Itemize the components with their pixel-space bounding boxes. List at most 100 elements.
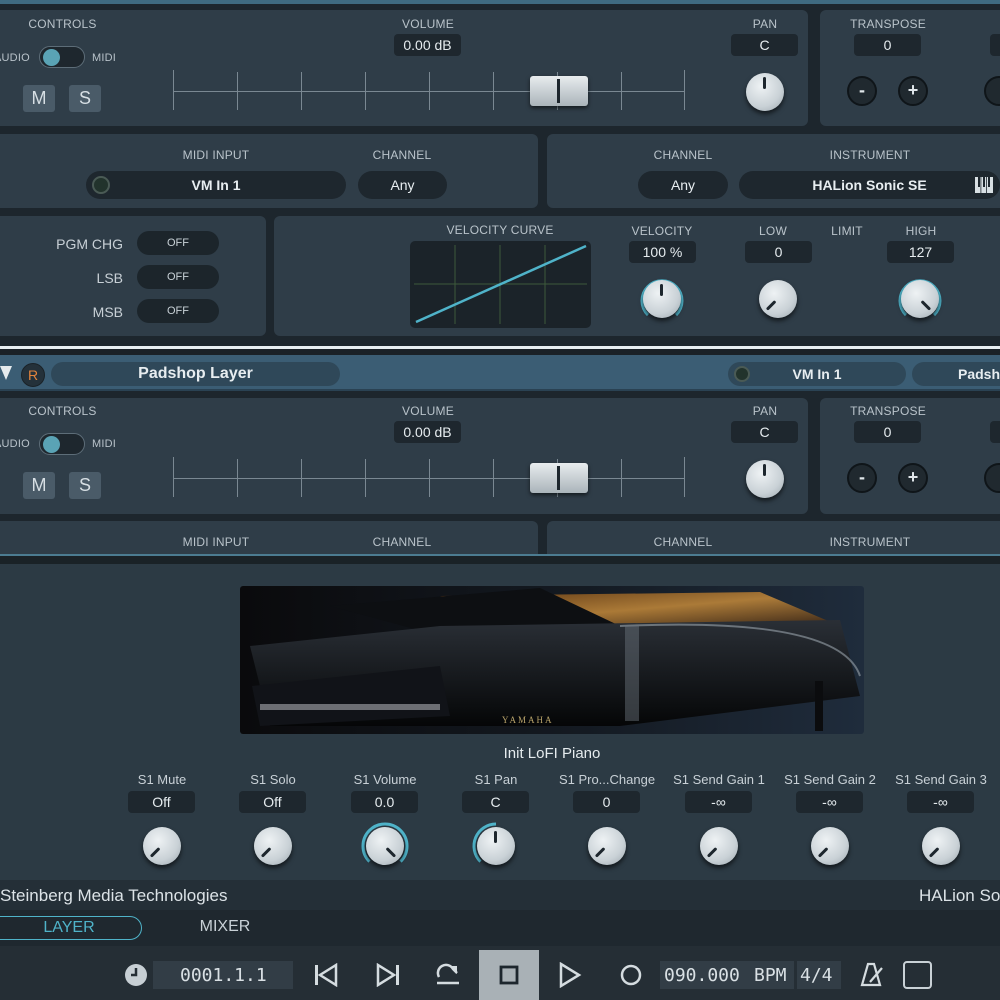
pan-knob[interactable] (746, 460, 784, 498)
go-to-end-icon[interactable] (375, 963, 401, 987)
channel-select[interactable]: Any (358, 171, 447, 199)
instrument-select[interactable]: HALion Sonic SE (739, 171, 1000, 199)
macro-param-knob[interactable] (922, 827, 960, 865)
macro-param-knob[interactable] (811, 827, 849, 865)
overflow-value[interactable] (990, 421, 1000, 443)
macro-param-knob[interactable] (254, 827, 292, 865)
volume-value[interactable]: 0.00 dB (394, 421, 461, 443)
transpose-minus-button[interactable]: - (847, 76, 877, 106)
velocity-value[interactable]: 100 % (629, 241, 696, 263)
tab-mixer[interactable]: MIXER (180, 918, 270, 936)
low-knob[interactable] (759, 280, 797, 318)
midi-activity-led (92, 176, 110, 194)
instrument-label: INSTRUMENT (829, 148, 911, 162)
pgm-chg-button[interactable]: OFF (137, 231, 219, 255)
transpose-value[interactable]: 0 (854, 34, 921, 56)
mute-button[interactable]: M (23, 472, 55, 499)
macro-param-label: S1 Send Gain 3 (895, 772, 987, 787)
midi-activity-led (734, 366, 750, 382)
track-name-field[interactable]: Padshop Layer (51, 362, 340, 386)
macro-param-knob[interactable] (477, 827, 515, 865)
audio-midi-toggle[interactable] (39, 433, 85, 455)
transpose-plus-button[interactable]: + (898, 76, 928, 106)
low-value[interactable]: 0 (745, 241, 812, 263)
track1-top-strip (0, 0, 1000, 4)
instrument-value: HALion Sonic SE (812, 177, 927, 193)
knob-indicator (817, 847, 829, 858)
tab-layer[interactable]: LAYER (0, 916, 142, 940)
lsb-button[interactable]: OFF (137, 265, 219, 289)
knob-indicator (920, 300, 932, 311)
vendor-name: Steinberg Media Technologies (0, 886, 228, 905)
macro-param-value[interactable]: 0 (573, 791, 640, 813)
transpose-label: TRANSPOSE (850, 404, 926, 418)
mute-button[interactable]: M (23, 85, 55, 112)
stop-button[interactable] (479, 950, 539, 1000)
pan-value[interactable]: C (731, 421, 798, 443)
channel-label: CHANNEL (372, 148, 432, 162)
macro-param-value[interactable]: 0.0 (351, 791, 418, 813)
macro-param-value[interactable]: C (462, 791, 529, 813)
volume-label: VOLUME (402, 404, 454, 418)
fader-tick (301, 459, 302, 497)
tempo-display[interactable]: 090.000 BPM (660, 961, 794, 989)
program-name: Init LoFI Piano (503, 745, 601, 762)
fader-tick (365, 72, 366, 110)
macro-param-value[interactable]: -∞ (685, 791, 752, 813)
signature-display[interactable]: 4/4 (797, 961, 841, 989)
macro-param-value[interactable]: -∞ (796, 791, 863, 813)
msb-button[interactable]: OFF (137, 299, 219, 323)
solo-button[interactable]: S (69, 85, 101, 112)
fader-tick (301, 72, 302, 110)
transpose-minus-button[interactable]: - (847, 463, 877, 493)
fader-handle-line (557, 466, 560, 490)
knob-indicator (928, 847, 940, 858)
record-enable-button[interactable]: R (21, 363, 45, 387)
volume-value[interactable]: 0.00 dB (394, 34, 461, 56)
audio-midi-toggle[interactable] (39, 46, 85, 68)
record-icon[interactable] (620, 964, 642, 986)
controls-label: CONTROLS (28, 404, 97, 418)
header-midi-input[interactable]: VM In 1 (728, 362, 906, 386)
macro-param-value[interactable]: -∞ (907, 791, 974, 813)
macro-param-knob[interactable] (143, 827, 181, 865)
pan-value[interactable]: C (731, 34, 798, 56)
midi-label: MIDI (92, 52, 117, 64)
transport-extra-button[interactable] (903, 961, 932, 989)
signature-value: 4/4 (800, 965, 833, 986)
high-value[interactable]: 127 (887, 241, 954, 263)
macro-param-value[interactable]: Off (239, 791, 306, 813)
position-display[interactable]: 0001.1.1 (153, 961, 293, 989)
macro-param-value[interactable]: Off (128, 791, 195, 813)
fader-tick (429, 72, 430, 110)
midi-input-select[interactable]: VM In 1 (86, 171, 346, 199)
overflow-value[interactable] (990, 34, 1000, 56)
transpose-value[interactable]: 0 (854, 421, 921, 443)
cycle-icon[interactable] (433, 963, 463, 987)
macro-param-knob[interactable] (700, 827, 738, 865)
volume-fader-handle[interactable] (530, 463, 588, 493)
pan-label: PAN (752, 17, 778, 31)
macro-param-knob[interactable] (366, 827, 404, 865)
go-to-start-icon[interactable] (313, 963, 339, 987)
high-knob[interactable] (901, 280, 939, 318)
fader-tick (429, 459, 430, 497)
volume-fader-handle[interactable] (530, 76, 588, 106)
midi-input-label: MIDI INPUT (182, 148, 250, 162)
transpose-plus-button[interactable]: + (898, 463, 928, 493)
transpose-label: TRANSPOSE (850, 17, 926, 31)
collapse-triangle-icon[interactable] (0, 366, 12, 380)
track2-header[interactable]: R Padshop Layer VM In 1 Padsh (0, 355, 1000, 391)
velocity-knob[interactable] (643, 280, 681, 318)
metronome-icon[interactable] (860, 962, 884, 988)
velocity-curve-graph[interactable] (410, 241, 591, 328)
out-channel-select[interactable]: Any (638, 171, 728, 199)
knob-indicator (149, 847, 161, 858)
play-icon[interactable] (558, 962, 582, 988)
solo-button[interactable]: S (69, 472, 101, 499)
macro-param-knob[interactable] (588, 827, 626, 865)
pan-knob[interactable] (746, 73, 784, 111)
macro-param-label: S1 Volume (353, 772, 417, 787)
header-instrument[interactable]: Padsh (912, 362, 1000, 386)
clock-icon[interactable] (124, 963, 148, 987)
